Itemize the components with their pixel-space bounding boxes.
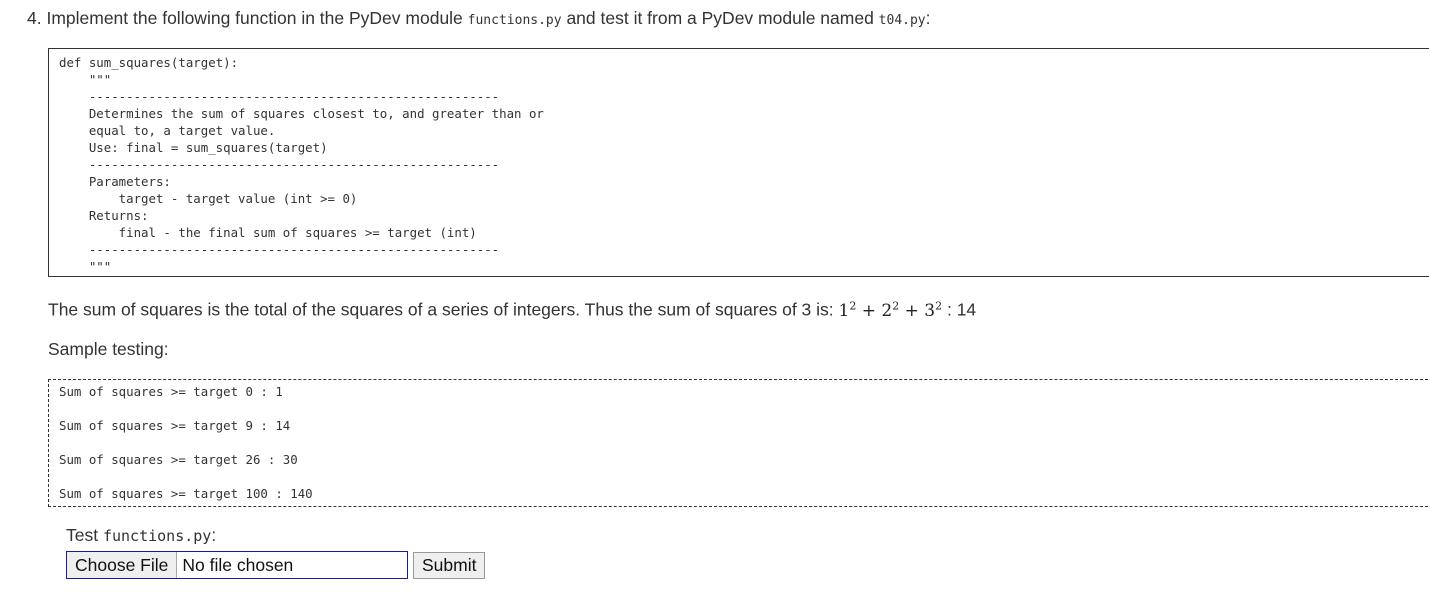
sample-output-block: Sum of squares >= target 0 : 1 Sum of sq… [48,379,1429,507]
sample-line: Sum of squares >= target 26 : 30 [59,452,298,467]
heading-prefix: 4. Implement the following function in t… [27,8,468,28]
choose-file-button[interactable]: Choose File [67,552,178,578]
sample-line: Sum of squares >= target 9 : 14 [59,418,291,433]
code-text: def sum_squares(target): """ -----------… [59,55,544,274]
math-term: 1 [838,300,850,321]
sample-line: Sum of squares >= target 100 : 140 [59,486,313,501]
explanation-text: The sum of squares is the total of the s… [48,299,839,320]
math-plus: + [899,300,925,321]
question-heading: 4. Implement the following function in t… [27,8,931,29]
upload-label-file: functions.py [102,527,212,545]
heading-suffix: : [925,8,931,28]
sample-testing-label: Sample testing: [48,339,169,359]
sample-line: Sum of squares >= target 0 : 1 [59,384,283,399]
math-expression: 12 + 22 + 32 [838,299,943,321]
heading-middle: and test it from a PyDev module named [561,8,879,28]
submit-button[interactable]: Submit [413,552,486,579]
explanation-paragraph: The sum of squares is the total of the s… [48,299,976,321]
upload-label: Test functions.py: [66,525,216,546]
file-input[interactable]: Choose File No file chosen [66,551,408,579]
module-filename: functions.py [467,13,562,28]
upload-label-suffix: : [211,525,217,545]
test-filename: t04.py [878,13,926,28]
math-plus: + [856,300,882,321]
upload-label-prefix: Test [66,525,103,545]
explanation-result: : 14 [942,299,977,320]
file-status: No file chosen [182,555,294,575]
function-code-block: def sum_squares(target): """ -----------… [48,48,1429,277]
math-term: 3 [924,300,936,321]
math-term: 2 [881,300,893,321]
